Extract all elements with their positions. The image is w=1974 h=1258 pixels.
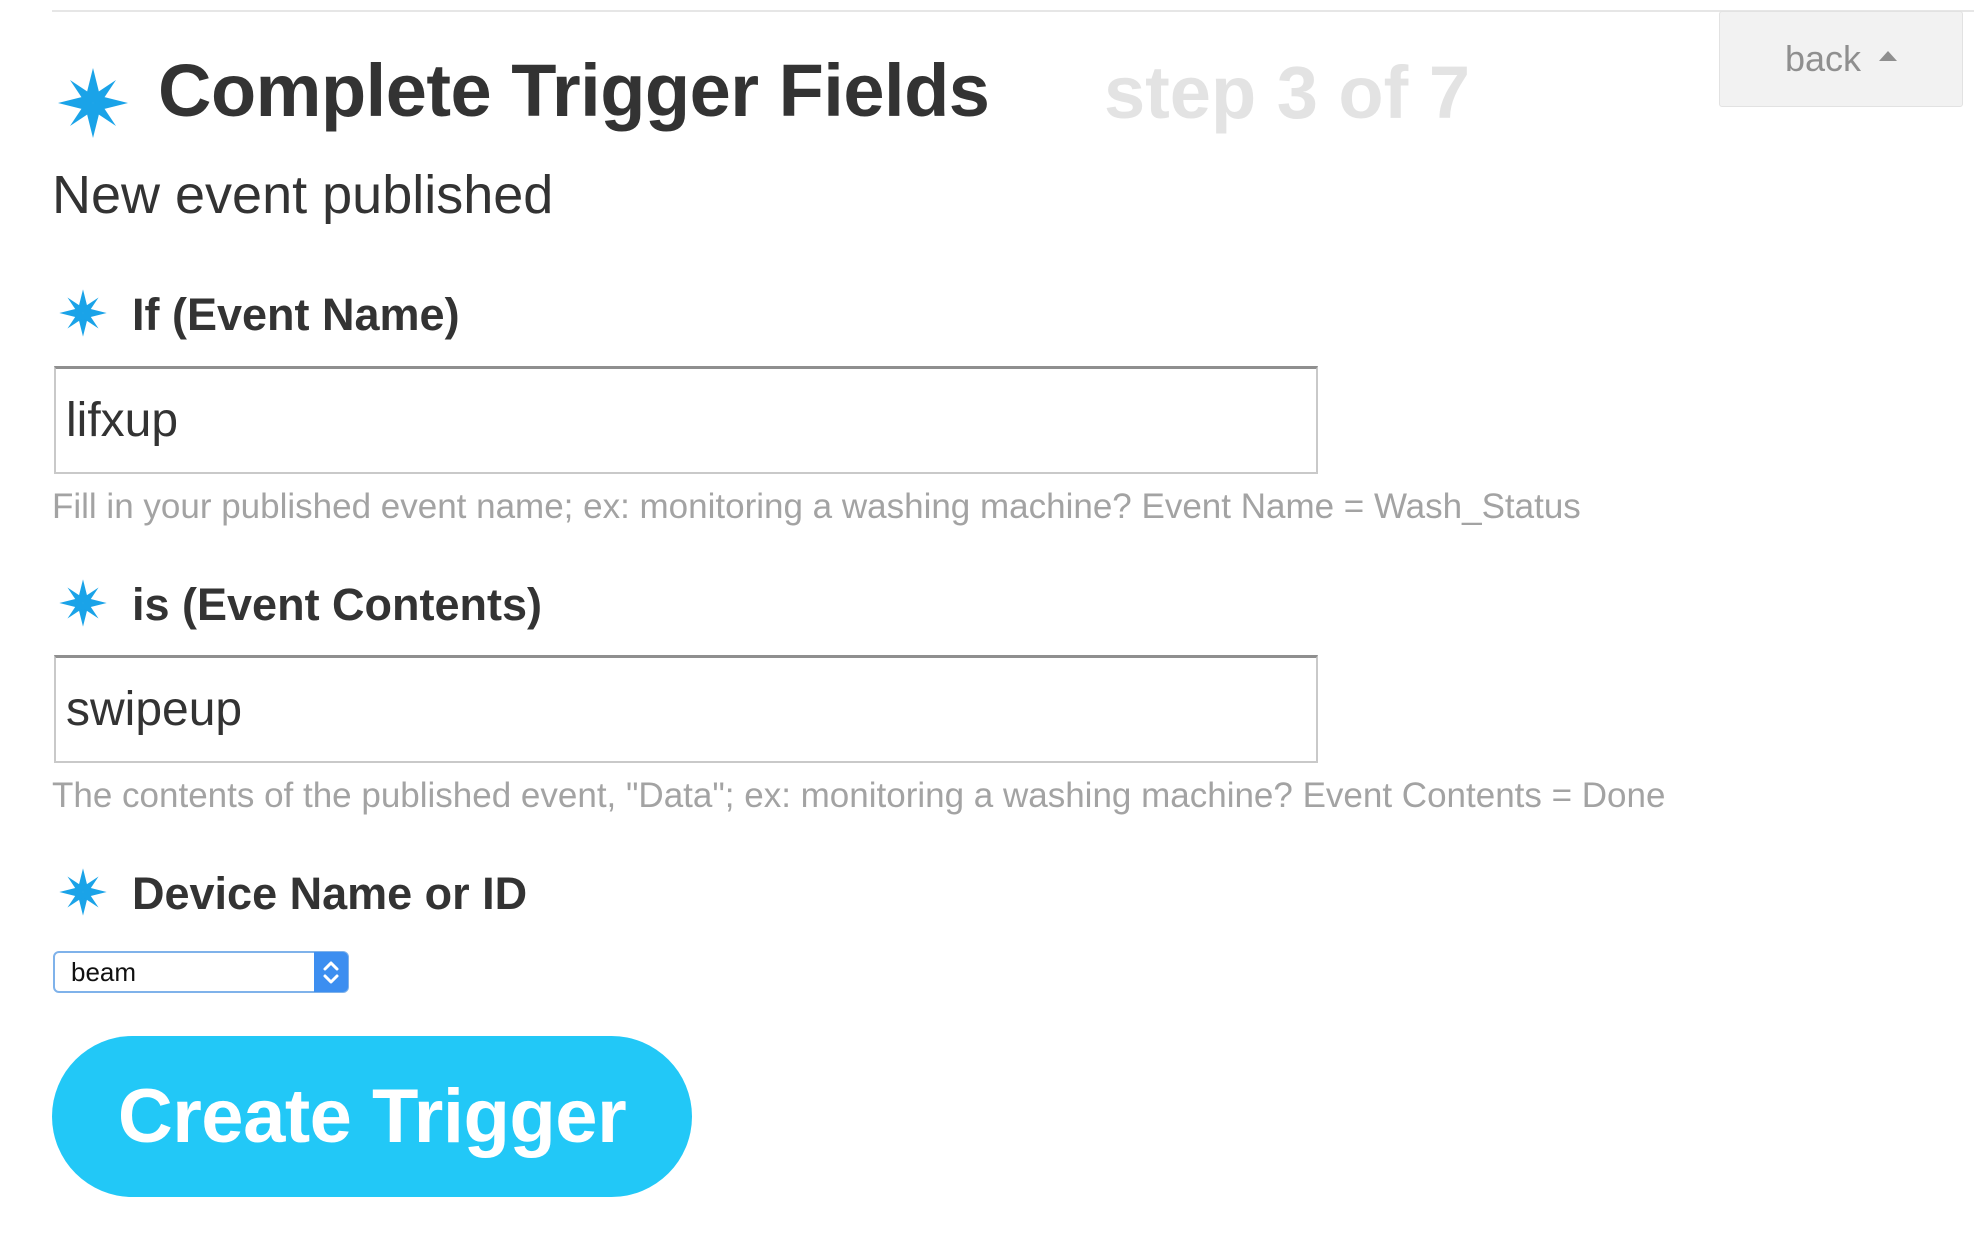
star-icon — [58, 68, 128, 138]
event-contents-helper: The contents of the published event, "Da… — [52, 776, 1666, 815]
event-name-input[interactable] — [54, 366, 1318, 474]
device-select-value: beam — [71, 957, 137, 987]
event-contents-label: is (Event Contents) — [132, 579, 543, 630]
device-select[interactable]: beam — [53, 951, 349, 993]
star-icon — [59, 579, 107, 627]
star-icon — [59, 868, 107, 916]
back-label: back — [1784, 38, 1862, 79]
step-indicator: step 3 of 7 — [1104, 51, 1470, 134]
page: Complete Trigger Fields step 3 of 7 back… — [0, 0, 1974, 1258]
back-button[interactable]: back — [1719, 11, 1963, 107]
select-stepper-icon — [314, 952, 348, 992]
star-icon — [59, 289, 107, 337]
event-name-helper: Fill in your published event name; ex: m… — [52, 487, 1581, 526]
create-trigger-button[interactable]: Create Trigger — [52, 1036, 692, 1197]
top-divider — [52, 10, 1974, 12]
page-title: Complete Trigger Fields — [158, 49, 990, 132]
caret-up-icon — [1879, 51, 1898, 61]
device-label: Device Name or ID — [132, 868, 528, 919]
trigger-subtitle: New event published — [52, 165, 554, 225]
event-name-label: If (Event Name) — [132, 289, 460, 340]
event-contents-input[interactable] — [54, 655, 1318, 763]
